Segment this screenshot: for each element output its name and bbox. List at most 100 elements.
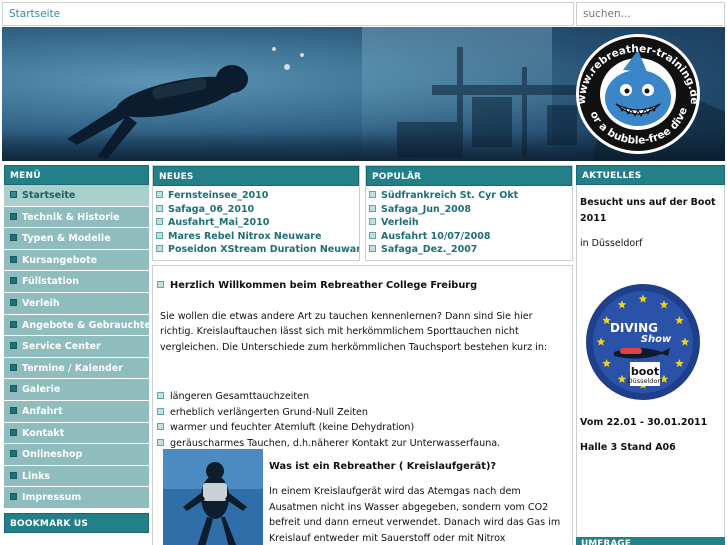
- menu-item-label: Verleih: [22, 297, 60, 309]
- square-bullet-icon: [10, 428, 17, 436]
- event-location: Halle 3 Stand A06: [580, 442, 676, 453]
- bullet-icon: [369, 191, 376, 198]
- intro-text: Sie wollen die etwas andere Art zu tauch…: [160, 310, 548, 353]
- rebreather-text: In einem Kreislaufgerät wird das Atemgas…: [269, 486, 561, 544]
- populaer-link[interactable]: Safaga_Jun_2008: [369, 204, 572, 218]
- main-column: NEUES Fernsteinsee_2010 Safaga_06_2010 Aus…: [152, 165, 573, 545]
- menu-item-füllstation[interactable]: Füllstation: [4, 271, 149, 293]
- menu-heading: MENÜ: [4, 165, 149, 185]
- square-bullet-icon: [10, 450, 17, 458]
- menu-item-technik-historie[interactable]: Technik & Historie: [4, 206, 149, 229]
- menu-item-onlineshop[interactable]: Onlineshop: [4, 444, 149, 466]
- populaer-link[interactable]: Verleih: [369, 217, 572, 231]
- menu-item-verleih[interactable]: Verleih: [4, 292, 149, 315]
- bullet-icon: [156, 218, 163, 225]
- populaer-link-label: Ausfahrt 10/07/2008: [381, 230, 491, 242]
- neues-link-label: Ausfahrt_Mai_2010: [168, 217, 270, 228]
- menu-item-label: Kursangebote: [22, 254, 98, 266]
- square-bullet-icon: [10, 385, 17, 393]
- menu-item-impressum[interactable]: Impressum: [4, 487, 149, 509]
- logo-show-text: Show: [641, 334, 672, 345]
- menu-item-label: Links: [22, 470, 51, 482]
- menu-item-typen-modelle[interactable]: Typen & Modelle: [4, 228, 149, 250]
- neues-link[interactable]: Ausfahrt_Mai_2010: [156, 217, 359, 231]
- menu-item-label: Galerie: [22, 384, 61, 396]
- bullet-icon: [156, 204, 163, 212]
- neues-list: Fernsteinsee_2010 Safaga_06_2010 Ausfahrt_…: [153, 186, 359, 258]
- menu-item-label: Technik & Historie: [22, 211, 120, 223]
- left-sidebar: MENÜ Startseite Technik & Historie Typen &…: [4, 165, 157, 533]
- bullet-icon: [157, 392, 164, 399]
- logo-city-text: Düsseldorf: [628, 377, 663, 385]
- menu-item-label: Anfahrt: [22, 405, 63, 417]
- populaer-list: Südfrankreich St. Cyr Okt Safaga_Jun_2008…: [366, 186, 572, 258]
- menu-item-label: Kontakt: [22, 427, 65, 439]
- list-item: erheblich verlängerten Grund-Null Zeiten: [157, 405, 565, 421]
- neues-box: NEUES Fernsteinsee_2010 Safaga_06_2010 Aus…: [152, 165, 360, 261]
- main-menu: Startseite Technik & Historie Typen & Mode…: [4, 185, 157, 509]
- list-item: warmer und feuchter Atemluft (keine Dehy…: [157, 420, 565, 436]
- article-content: Herzlich Willkommen beim Rebreather Coll…: [152, 265, 573, 545]
- menu-item-label: Angebote & Gebrauchtes: [22, 319, 157, 331]
- breadcrumb-home-link[interactable]: Startseite: [9, 8, 60, 20]
- square-bullet-icon: [10, 298, 17, 306]
- bullet-icon: [157, 423, 164, 430]
- bullet-icon: [369, 231, 376, 239]
- breadcrumb-bar: Startseite: [2, 2, 574, 26]
- menu-item-service-center[interactable]: Service Center: [4, 336, 149, 358]
- menu-item-label: Füllstation: [22, 276, 79, 288]
- neues-link-label: Fernsteinsee_2010: [168, 190, 269, 201]
- bullet-icon: [369, 204, 376, 212]
- rebreather-training-logo[interactable]: www.rebreather-training.de for a bubble-…: [563, 32, 713, 156]
- diver-photo: [163, 449, 263, 545]
- boot-diving-show-logo[interactable]: DIVING Show boot Düsseldorf: [584, 282, 702, 402]
- bullet-icon: [369, 245, 376, 252]
- populaer-link[interactable]: Safaga_Dez._2007: [369, 244, 572, 258]
- menu-item-angebote-gebrauchtes[interactable]: Angebote & Gebrauchtes: [4, 314, 157, 337]
- bullet-icon: [369, 218, 376, 225]
- menu-item-kontakt[interactable]: Kontakt: [4, 422, 149, 445]
- umfrage-heading: UMFRAGE: [576, 537, 725, 545]
- square-bullet-icon: [10, 255, 17, 263]
- neues-heading: NEUES: [153, 166, 359, 186]
- bullet-icon: [157, 281, 164, 288]
- menu-item-label: Termine / Kalender: [22, 362, 123, 374]
- menu-item-termine-kalender[interactable]: Termine / Kalender: [4, 357, 149, 380]
- feature-list: längeren Gesamttauchzeiten erheblich verl…: [157, 389, 565, 451]
- neues-link[interactable]: Safaga_06_2010: [156, 204, 359, 218]
- bullet-icon: [157, 407, 164, 415]
- right-sidebar: AKTUELLES Besucht uns auf der Boot 2011 …: [576, 165, 725, 545]
- boot-city: in Düsseldorf: [580, 238, 643, 249]
- list-item-text: warmer und feuchter Atemluft (keine Dehy…: [170, 422, 415, 433]
- neues-link-label: Mares Rebel Nitrox Neuware: [168, 230, 322, 242]
- populaer-link[interactable]: Ausfahrt 10/07/2008: [369, 231, 572, 245]
- bullet-icon: [156, 231, 163, 239]
- neues-link[interactable]: Poseidon XStream Duration Neuware: [156, 244, 359, 258]
- neues-link[interactable]: Fernsteinsee_2010: [156, 190, 359, 204]
- menu-item-label: Service Center: [22, 341, 101, 353]
- menu-item-label: Typen & Modelle: [22, 233, 111, 245]
- square-bullet-icon: [10, 277, 17, 285]
- logo-diving-text: DIVING: [610, 321, 658, 335]
- menu-item-galerie[interactable]: Galerie: [4, 379, 149, 401]
- menu-item-startseite[interactable]: Startseite: [4, 185, 149, 207]
- welcome-heading: Herzlich Willkommen beim Rebreather Coll…: [157, 278, 565, 294]
- square-bullet-icon: [10, 234, 17, 242]
- neues-link[interactable]: Mares Rebel Nitrox Neuware: [156, 231, 359, 245]
- search-input[interactable]: [576, 2, 725, 26]
- square-bullet-icon: [10, 471, 17, 479]
- populaer-link[interactable]: Südfrankreich St. Cyr Okt: [369, 190, 572, 204]
- menu-item-kursangebote[interactable]: Kursangebote: [4, 249, 149, 272]
- square-bullet-icon: [10, 363, 17, 371]
- neues-link-label: Safaga_06_2010: [168, 203, 255, 215]
- list-item: längeren Gesamttauchzeiten: [157, 389, 565, 405]
- populaer-box: POPULÄR Südfrankreich St. Cyr Okt Safaga_…: [365, 165, 573, 261]
- aktuelles-heading: AKTUELLES: [576, 165, 725, 185]
- neues-link-label: Poseidon XStream Duration Neuware: [168, 244, 359, 255]
- square-bullet-icon: [10, 191, 17, 198]
- rebreather-heading: Was ist ein Rebreather ( Kreislaufgerät)…: [269, 461, 497, 472]
- menu-item-links[interactable]: Links: [4, 465, 149, 488]
- bullet-icon: [156, 191, 163, 198]
- square-bullet-icon: [10, 406, 17, 414]
- menu-item-anfahrt[interactable]: Anfahrt: [4, 400, 149, 423]
